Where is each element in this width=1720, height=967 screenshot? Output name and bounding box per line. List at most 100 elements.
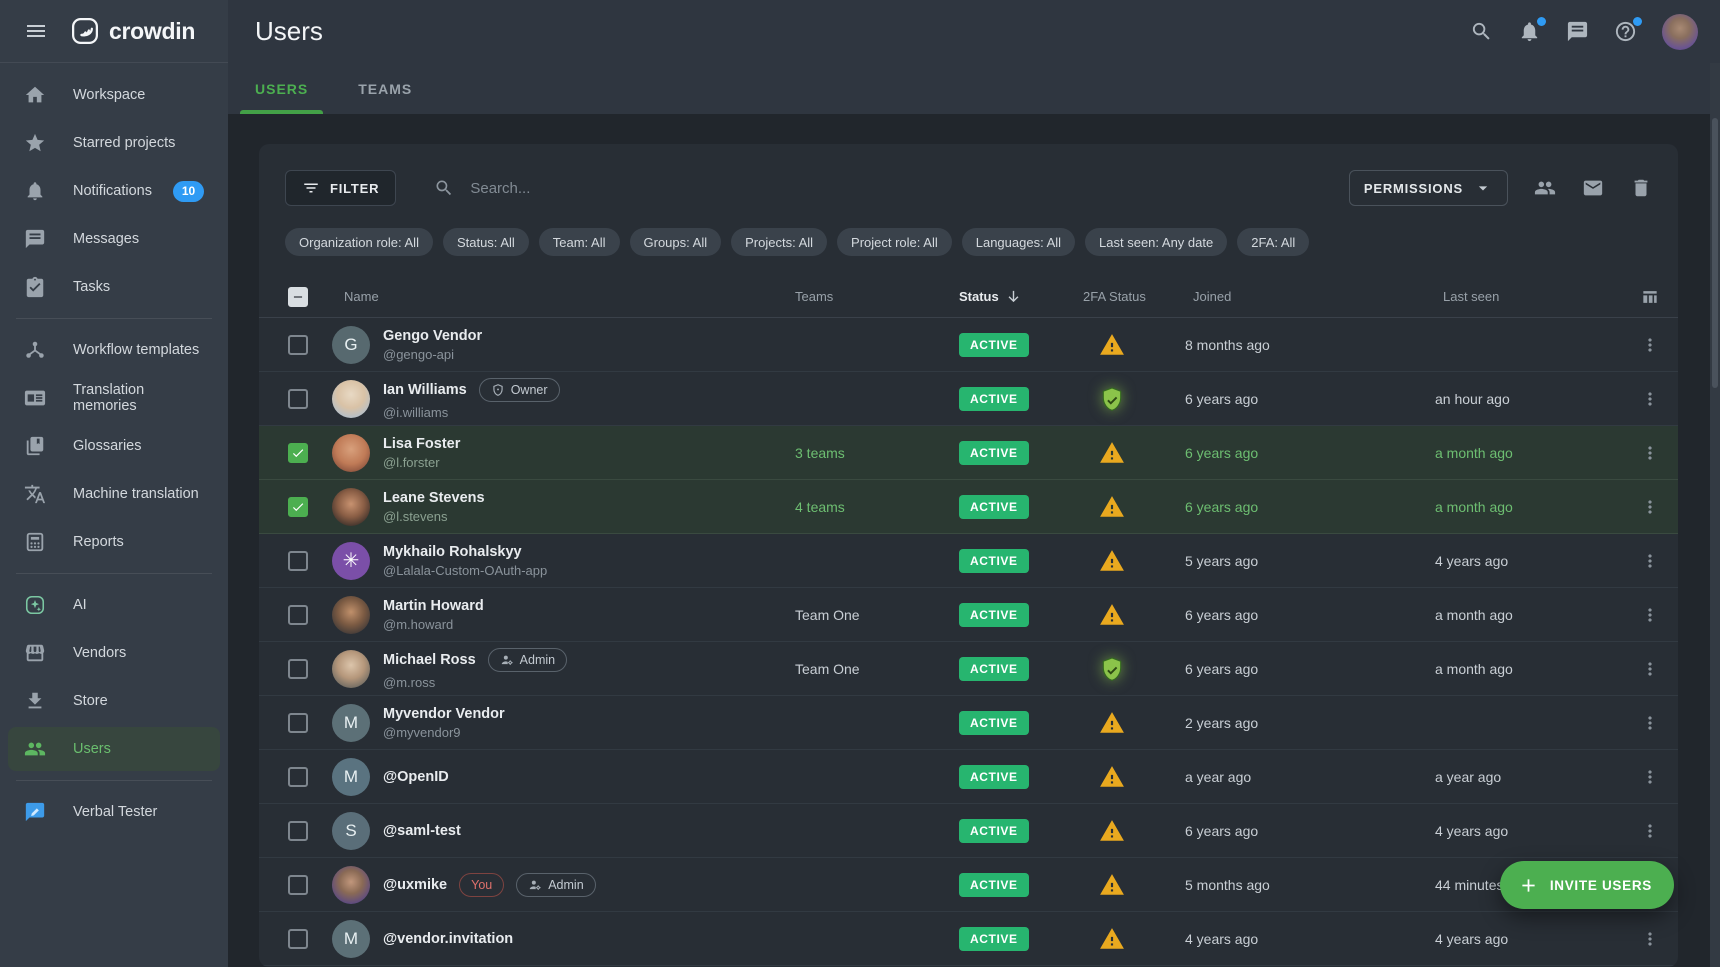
sidebar-item-workspace[interactable]: Workspace [8,73,220,117]
table-row[interactable]: Martin Howard@m.howardTeam OneACTIVE6 ye… [259,588,1678,642]
column-header-2fa[interactable]: 2FA Status [1083,289,1185,304]
row-menu-button[interactable] [1640,821,1660,841]
row-checkbox[interactable] [288,335,308,355]
filter-chip[interactable]: 2FA: All [1237,228,1309,256]
table-row[interactable]: M@vendor.invitationACTIVE4 years ago4 ye… [259,912,1678,966]
row-checkbox[interactable] [288,875,308,895]
select-all-checkbox[interactable] [288,287,308,307]
row-checkbox[interactable] [288,929,308,949]
filter-chip[interactable]: Languages: All [962,228,1075,256]
sidebar-item-label: Notifications [73,183,152,199]
row-menu-button[interactable] [1640,551,1660,571]
filter-chip[interactable]: Projects: All [731,228,827,256]
row-menu-button[interactable] [1640,605,1660,625]
search-icon[interactable] [1470,20,1493,43]
user-avatar [332,596,370,634]
column-header-name[interactable]: Name [332,289,795,304]
filter-chip[interactable]: Status: All [443,228,529,256]
notifications-bell-icon[interactable] [1518,20,1541,43]
status-badge: ACTIVE [959,765,1029,789]
column-header-joined[interactable]: Joined [1185,289,1435,304]
sidebar-item-label: Store [73,693,108,709]
table-row[interactable]: GGengo Vendor@gengo-apiACTIVE8 months ag… [259,318,1678,372]
menu-icon[interactable] [24,19,48,43]
row-checkbox[interactable] [288,659,308,679]
badge-admin-icon [528,878,542,892]
row-checkbox[interactable] [288,389,308,409]
column-header-teams[interactable]: Teams [795,289,959,304]
table-row[interactable]: M@OpenIDACTIVEa year agoa year ago [259,750,1678,804]
row-checkbox[interactable] [288,605,308,625]
badge-owner-icon [491,383,505,397]
table-row[interactable]: @uxmikeYouAdminACTIVE5 months ago44 minu… [259,858,1678,912]
sidebar-item-messages[interactable]: Messages [8,217,220,261]
twofa-shield-icon [1099,386,1125,412]
permissions-button[interactable]: PERMISSIONS [1349,170,1508,206]
help-icon[interactable] [1614,20,1637,43]
sidebar-item-label: Starred projects [73,135,175,151]
filter-chip[interactable]: Organization role: All [285,228,433,256]
table-row[interactable]: ✳Mykhailo Rohalskyy@Lalala-Custom-OAuth-… [259,534,1678,588]
filter-chip[interactable]: Last seen: Any date [1085,228,1227,256]
row-checkbox[interactable] [288,497,308,517]
row-checkbox[interactable] [288,713,308,733]
sidebar-item-workflow-templates[interactable]: Workflow templates [8,328,220,372]
sidebar-item-store[interactable]: Store [8,679,220,723]
filter-chip[interactable]: Project role: All [837,228,952,256]
messages-icon[interactable] [1566,20,1589,43]
filter-chip[interactable]: Groups: All [630,228,722,256]
table-row[interactable]: Lisa Foster@l.forster3 teamsACTIVE6 year… [259,426,1678,480]
row-checkbox[interactable] [288,551,308,571]
column-header-status[interactable]: Status [959,288,1083,305]
scrollbar-thumb[interactable] [1712,118,1718,388]
tab-users[interactable]: USERS [240,63,323,114]
column-settings-icon[interactable] [1640,287,1660,307]
row-checkbox[interactable] [288,443,308,463]
column-header-last-seen[interactable]: Last seen [1435,289,1622,304]
row-menu-button[interactable] [1640,713,1660,733]
sidebar-item-machine-translation[interactable]: Machine translation [8,472,220,516]
sidebar-item-translation-memories[interactable]: Translation memories [8,376,220,420]
tab-teams[interactable]: TEAMS [343,63,427,114]
content-area: FILTER PERMISSIONS [228,114,1720,967]
table-row[interactable]: S@saml-testACTIVE6 years ago4 years ago [259,804,1678,858]
filter-button[interactable]: FILTER [285,170,396,206]
trash-icon[interactable] [1630,177,1652,199]
row-checkbox[interactable] [288,821,308,841]
row-menu-button[interactable] [1640,767,1660,787]
table-row[interactable]: Ian WilliamsOwner@i.williamsACTIVE6 year… [259,372,1678,426]
crowdin-logo[interactable]: crowdin [70,16,195,46]
mail-icon[interactable] [1582,177,1604,199]
user-avatar: G [332,326,370,364]
row-menu-button[interactable] [1640,659,1660,679]
table-row[interactable]: Michael RossAdmin@m.rossTeam OneACTIVE6 … [259,642,1678,696]
joined-cell: 6 years ago [1185,499,1435,515]
invite-users-button[interactable]: INVITE USERS [1500,861,1674,909]
sidebar-item-tasks[interactable]: Tasks [8,265,220,309]
sidebar-item-glossaries[interactable]: Glossaries [8,424,220,468]
sidebar-item-starred-projects[interactable]: Starred projects [8,121,220,165]
table-row[interactable]: Leane Stevens@l.stevens4 teamsACTIVE6 ye… [259,480,1678,534]
sidebar-item-notifications[interactable]: Notifications10 [8,169,220,213]
row-menu-button[interactable] [1640,389,1660,409]
add-to-team-icon[interactable] [1534,177,1556,199]
sidebar-item-vendors[interactable]: Vendors [8,631,220,675]
scrollbar-track[interactable] [1710,63,1720,967]
sidebar-item-reports[interactable]: Reports [8,520,220,564]
store-icon [24,690,46,712]
filter-chip[interactable]: Team: All [539,228,620,256]
sidebar-item-ai[interactable]: AI [8,583,220,627]
row-menu-button[interactable] [1640,929,1660,949]
row-menu-button[interactable] [1640,497,1660,517]
sidebar-item-verbal-tester[interactable]: Verbal Tester [8,790,220,834]
row-checkbox[interactable] [288,767,308,787]
user-name: Gengo Vendor [383,328,482,344]
search-input[interactable] [468,179,788,198]
chat-icon [24,228,46,250]
sidebar-item-users[interactable]: Users [8,727,220,771]
teams-cell: Team One [795,607,959,623]
user-menu-avatar[interactable] [1662,14,1698,50]
row-menu-button[interactable] [1640,335,1660,355]
row-menu-button[interactable] [1640,443,1660,463]
table-row[interactable]: MMyvendor Vendor@myvendor9ACTIVE2 years … [259,696,1678,750]
